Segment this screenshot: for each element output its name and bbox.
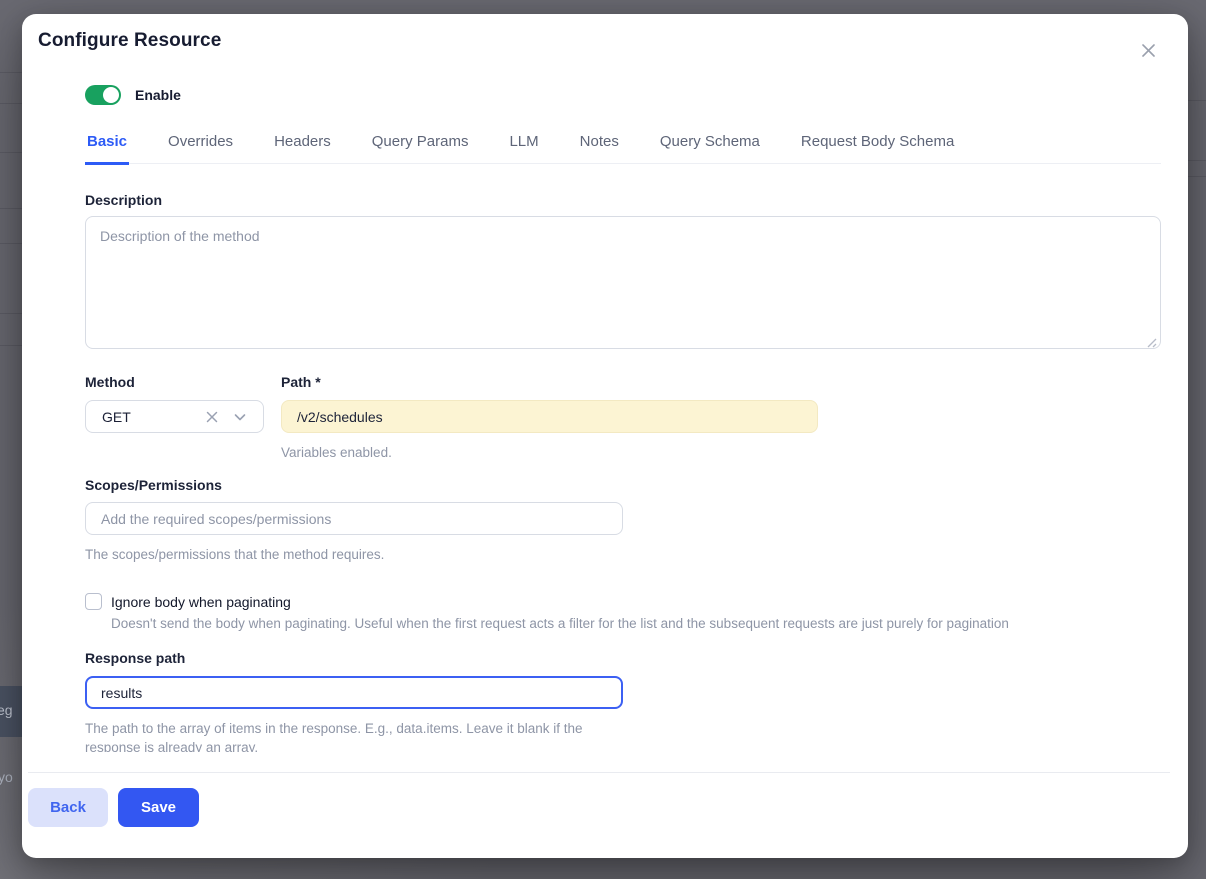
- chevron-down-icon: [233, 410, 247, 424]
- tab-llm[interactable]: LLM: [507, 131, 540, 163]
- background-text-fragment: eg: [0, 702, 13, 718]
- method-select[interactable]: GET: [85, 400, 264, 433]
- background-table-row-divider: [1188, 160, 1206, 161]
- tab-basic[interactable]: Basic: [85, 131, 129, 165]
- save-button[interactable]: Save: [118, 788, 199, 827]
- toggle-knob: [103, 87, 119, 103]
- background-table-row-divider: [0, 208, 22, 209]
- background-table-row-divider: [0, 345, 22, 346]
- tab-query-schema[interactable]: Query Schema: [658, 131, 762, 163]
- response-path-input[interactable]: [85, 676, 623, 709]
- clear-x-icon: [205, 410, 219, 424]
- background-table-row-divider: [0, 243, 22, 244]
- close-button[interactable]: [1134, 36, 1162, 64]
- configure-resource-dialog: Configure Resource Enable Basic Override…: [22, 14, 1188, 858]
- response-path-helper-text: The path to the array of items in the re…: [85, 719, 615, 752]
- method-select-value: GET: [102, 409, 201, 425]
- scopes-helper-text: The scopes/permissions that the method r…: [85, 545, 384, 564]
- select-dropdown-button[interactable]: [229, 406, 251, 428]
- background-table-row-divider: [0, 313, 22, 314]
- method-label: Method: [85, 374, 135, 390]
- tab-notes[interactable]: Notes: [578, 131, 621, 163]
- description-textarea[interactable]: [85, 216, 1161, 349]
- path-label: Path *: [281, 374, 321, 390]
- response-path-label: Response path: [85, 650, 185, 666]
- background-table-row-divider: [0, 103, 22, 104]
- ignore-body-row: Ignore body when paginating: [85, 593, 291, 610]
- ignore-body-label[interactable]: Ignore body when paginating: [111, 594, 291, 610]
- enable-toggle-label: Enable: [135, 87, 181, 103]
- description-label: Description: [85, 192, 162, 208]
- background-table-row-divider: [1188, 176, 1206, 177]
- ignore-body-helper-text: Doesn't send the body when paginating. U…: [111, 614, 1111, 633]
- response-path-helper-clip: The path to the array of items in the re…: [85, 719, 615, 752]
- ignore-body-checkbox[interactable]: [85, 593, 102, 610]
- back-button[interactable]: Back: [28, 788, 108, 827]
- close-icon: [1140, 42, 1157, 59]
- enable-toggle-row: Enable: [85, 85, 181, 105]
- path-helper-text: Variables enabled.: [281, 443, 392, 462]
- tab-headers[interactable]: Headers: [272, 131, 333, 163]
- tab-bar: Basic Overrides Headers Query Params LLM…: [85, 131, 1161, 164]
- dialog-title: Configure Resource: [38, 30, 221, 52]
- scopes-input[interactable]: [85, 502, 623, 535]
- tab-overrides[interactable]: Overrides: [166, 131, 235, 163]
- path-input[interactable]: [281, 400, 818, 433]
- tab-query-params[interactable]: Query Params: [370, 131, 471, 163]
- enable-toggle[interactable]: [85, 85, 121, 105]
- clear-selection-button[interactable]: [201, 406, 223, 428]
- background-table-row-divider: [1188, 100, 1206, 101]
- footer-divider: [28, 772, 1170, 773]
- tab-request-body-schema[interactable]: Request Body Schema: [799, 131, 956, 163]
- scopes-label: Scopes/Permissions: [85, 477, 222, 493]
- background-table-row-divider: [0, 72, 22, 73]
- background-table-row-divider: [0, 152, 22, 153]
- background-text-fragment: yo: [0, 769, 13, 785]
